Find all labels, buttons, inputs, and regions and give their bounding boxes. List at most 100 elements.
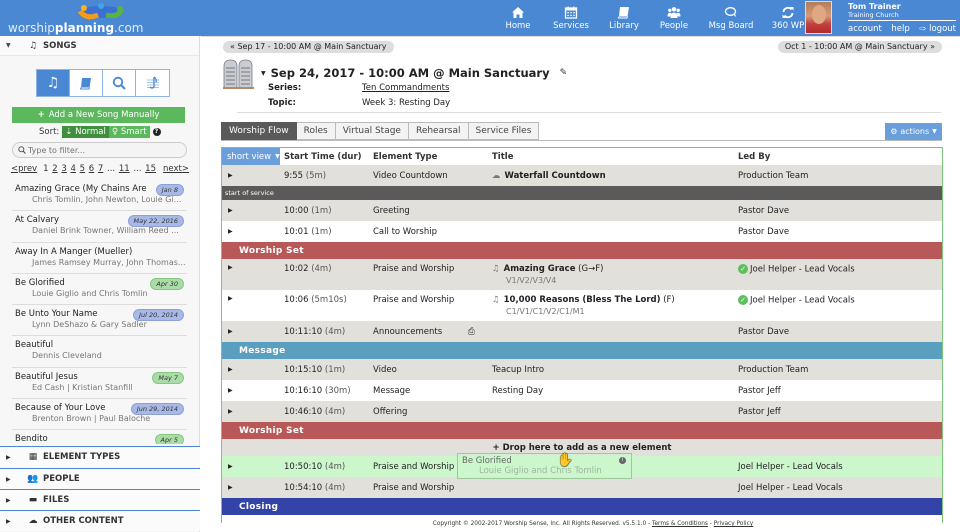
search-button[interactable] <box>103 70 136 96</box>
expand-row-icon[interactable]: ▶ <box>228 366 233 373</box>
flow-title[interactable]: Teacup Intro <box>492 365 544 375</box>
page-link[interactable]: 4 <box>71 164 76 174</box>
flow-led-by[interactable]: Pastor Jeff <box>738 407 781 417</box>
ccli-search-button[interactable] <box>136 70 169 96</box>
flow-led-by[interactable]: Joel Helper - Lead Vocals <box>738 483 843 493</box>
song-list-item[interactable]: Be Glorified Louie Giglio and Chris Tomli… <box>12 274 187 306</box>
nav-people[interactable]: People <box>649 0 699 36</box>
section-header[interactable]: Closing <box>222 498 942 515</box>
logout-link[interactable]: ⇨ logout <box>919 24 956 34</box>
song-list-item[interactable]: Away In A Manger (Mueller) James Ramsey M… <box>12 243 187 274</box>
flow-led-by[interactable]: ✓ Joel Helper - Lead Vocals <box>738 264 855 275</box>
section-header[interactable]: Worship Set <box>222 422 942 439</box>
account-link[interactable]: account <box>848 24 882 34</box>
song-list-item[interactable]: At Calvary Daniel Brink Towner, William R… <box>12 211 187 243</box>
flow-row[interactable]: ▶ 10:11:10 (4m) Announcements ⎙ Pastor Dave <box>222 321 942 342</box>
song-list-item[interactable]: Bendito Apr 5 <box>12 430 187 444</box>
flow-led-by[interactable]: Production Team <box>738 171 808 181</box>
flow-title[interactable]: ♫ 10,000 Reasons (Bless The Lord) (F) C1/V… <box>492 295 675 316</box>
songs-view-button[interactable]: ♫ <box>37 70 70 96</box>
nav-home[interactable]: Home <box>493 0 543 36</box>
edit-icon[interactable]: ✎ <box>560 68 568 78</box>
flow-led-by[interactable]: Pastor Dave <box>738 227 789 237</box>
page-link[interactable]: 2 <box>52 164 57 174</box>
page-link[interactable]: 1 <box>43 164 48 174</box>
flow-row[interactable]: ▶ 10:16:10 (30m) Message Resting Day Pastor … <box>222 380 942 401</box>
flow-row[interactable]: ▶ 10:02 (4m) Praise and Worship ♫ Amazing Gr… <box>222 259 942 290</box>
page-link[interactable]: 11 <box>119 164 130 174</box>
flow-led-by[interactable]: Pastor Dave <box>738 206 789 216</box>
panel-people[interactable]: ▶ 👥 PEOPLE <box>0 468 200 489</box>
help-icon[interactable]: ? <box>152 128 161 136</box>
next-page-link[interactable]: next> <box>163 164 189 174</box>
expand-row-icon[interactable]: ▶ <box>228 264 233 271</box>
help-link[interactable]: help <box>891 24 909 34</box>
expand-row-icon[interactable]: ▶ <box>228 172 233 179</box>
series-link[interactable]: Ten Commandments <box>362 83 449 93</box>
dragged-song-card[interactable]: Be Glorified Louie Giglio and Chris Toml… <box>457 453 632 479</box>
song-list-item[interactable]: Amazing Grace (My Chains Are ... Chris To… <box>12 180 187 212</box>
song-list-item[interactable]: Beautiful Jesus Ed Cash | Kristian Stanfi… <box>12 368 187 400</box>
next-service-button[interactable]: Oct 1 - 10:00 AM @ Main Sanctuary » <box>777 41 942 53</box>
flow-row[interactable]: ▶ 10:46:10 (4m) Offering Pastor Jeff <box>222 401 942 422</box>
add-song-button[interactable]: + Add a New Song Manually <box>12 107 185 123</box>
flow-row[interactable]: ▶ 10:06 (5m10s) Praise and Worship ♫ 10,000 … <box>222 290 942 321</box>
panel-element-types[interactable]: ▶ ▦ ELEMENT TYPES <box>0 446 200 467</box>
terms-link[interactable]: Terms & Conditions <box>652 521 708 527</box>
flow-led-by[interactable]: Pastor Jeff <box>738 386 781 396</box>
nav-library[interactable]: Library <box>599 0 649 36</box>
section-header[interactable]: Worship Set <box>222 242 942 259</box>
tab-roles[interactable]: Roles <box>296 122 336 140</box>
flow-title[interactable]: ☁ Waterfall Countdown <box>492 171 606 181</box>
songs-panel-header[interactable]: ▼ ♫ SONGS <box>0 36 199 56</box>
library-view-button[interactable] <box>70 70 103 96</box>
flow-title[interactable]: Resting Day <box>492 386 543 396</box>
panel-other-content[interactable]: ▶ ☁ OTHER CONTENT <box>0 510 200 531</box>
song-list-item[interactable]: Beautiful Dennis Cleveland <box>12 336 187 368</box>
nav-services[interactable]: Services <box>543 0 599 36</box>
nav-msg-board[interactable]: Msg Board <box>699 0 763 36</box>
flow-led-by[interactable]: ✓ Joel Helper - Lead Vocals <box>738 295 855 306</box>
expand-row-icon[interactable]: ▶ <box>228 387 233 394</box>
prev-service-button[interactable]: « Sep 17 - 10:00 AM @ Main Sanctuary <box>223 41 394 53</box>
expand-row-icon[interactable]: ▶ <box>228 484 233 491</box>
page-link[interactable]: 7 <box>98 164 103 174</box>
page-link[interactable]: 5 <box>80 164 85 174</box>
expand-row-icon[interactable]: ▶ <box>228 207 233 214</box>
tab-virtual-stage[interactable]: Virtual Stage <box>335 122 409 140</box>
flow-row[interactable]: ▶ 10:00 (1m) Greeting Pastor Dave <box>222 200 942 221</box>
panel-files[interactable]: ▶ ▬ FILES <box>0 489 200 510</box>
user-avatar[interactable] <box>805 1 832 34</box>
expand-row-icon[interactable]: ▶ <box>228 328 233 335</box>
flow-led-by[interactable]: Production Team <box>738 365 808 375</box>
user-church[interactable]: Training Church <box>848 11 956 21</box>
flow-title[interactable]: ♫ Amazing Grace (G→F) V1/V2/V3/V4 <box>492 264 603 285</box>
privacy-link[interactable]: Privacy Policy <box>714 521 754 527</box>
flow-row[interactable]: ▶ 10:01 (1m) Call to Worship Pastor Dave <box>222 221 942 242</box>
page-link[interactable]: 15 <box>145 164 156 174</box>
flow-led-by[interactable]: Joel Helper - Lead Vocals <box>738 462 843 472</box>
tab-service-files[interactable]: Service Files <box>468 122 540 140</box>
short-view-dropdown[interactable]: short view ▼ <box>222 148 280 165</box>
flow-row[interactable]: ▶ 9:55 (5m) Video Countdown ☁ Waterfall Coun… <box>222 165 942 186</box>
expand-row-icon[interactable]: ▶ <box>228 228 233 235</box>
print-icon[interactable]: ⎙ <box>468 327 475 337</box>
expand-row-icon[interactable]: ▶ <box>228 408 233 415</box>
flow-row[interactable]: ▶ 10:15:10 (1m) Video Teacup Intro Productio… <box>222 359 942 380</box>
song-list-item[interactable]: Be Unto Your Name Lynn DeShazo & Gary Sad… <box>12 305 187 337</box>
sort-smart-button[interactable]: ♀ Smart <box>108 126 150 138</box>
flow-row[interactable]: ▶ 10:54:10 (4m) Praise and Worship Joel Hel… <box>222 477 942 498</box>
section-header[interactable]: Message <box>222 342 942 359</box>
expand-row-icon[interactable]: ▶ <box>228 295 233 302</box>
caret-down-icon[interactable]: ▼ <box>261 70 266 77</box>
song-filter-input[interactable] <box>28 145 178 155</box>
song-list-item[interactable]: Because of Your Love Brenton Brown | Paul… <box>12 399 187 431</box>
logo[interactable]: worshipplanning.com <box>6 2 144 35</box>
actions-button[interactable]: ⚙ actions ▼ <box>885 123 942 140</box>
tab-worship-flow[interactable]: Worship Flow <box>221 122 297 140</box>
page-link[interactable]: 6 <box>89 164 94 174</box>
prev-page-link[interactable]: <prev <box>11 164 37 174</box>
sort-normal-button[interactable]: ⇣ Normal <box>62 126 109 138</box>
page-link[interactable]: 3 <box>61 164 66 174</box>
flow-led-by[interactable]: Pastor Dave <box>738 327 789 337</box>
